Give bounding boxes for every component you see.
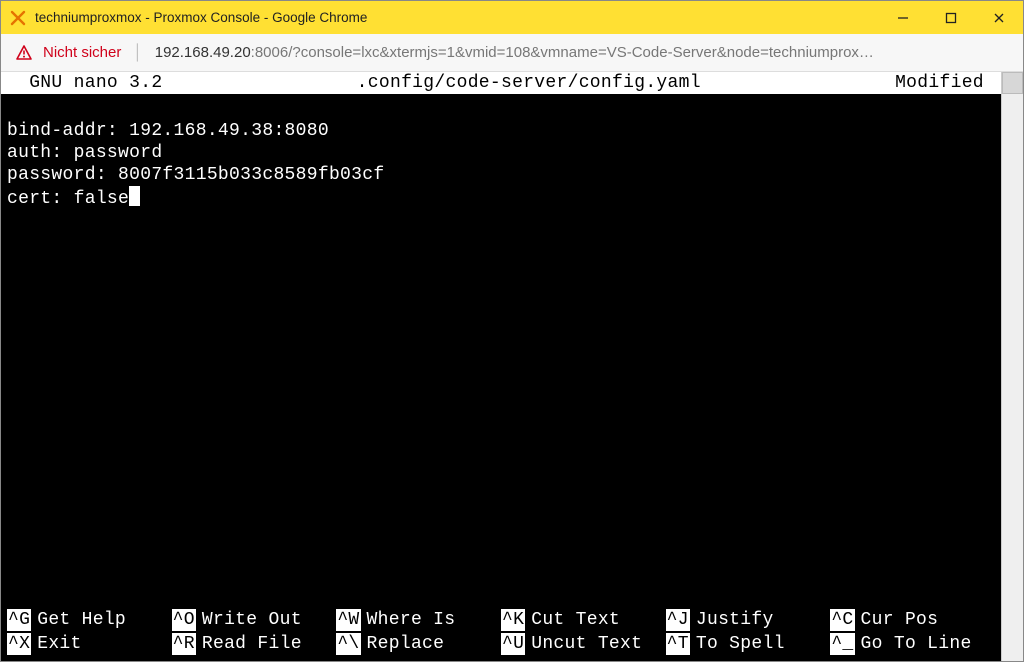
shortcut-key: ^X [7,633,31,655]
nano-shortcut: ^\ Replace [336,633,501,655]
shortcut-label: Read File [202,633,302,655]
shortcut-label: Replace [367,633,445,655]
nano-shortcut: ^R Read File [172,633,337,655]
shortcut-key: ^_ [830,633,854,655]
shortcut-key: ^W [336,609,360,631]
shortcut-key: ^O [172,609,196,631]
nano-version: GNU nano 3.2 [7,72,162,94]
nano-shortcut: ^W Where Is [336,609,501,631]
nano-header: GNU nano 3.2 .config/code-server/config.… [1,72,1001,94]
shortcut-key: ^\ [336,633,360,655]
nano-shortcut: ^U Uncut Text [501,633,666,655]
nano-status: Modified [895,72,995,94]
nano-shortcut: ^J Justify [666,609,831,631]
nano-shortcut: ^_ Go To Line [830,633,995,655]
shortcut-key: ^T [666,633,690,655]
shortcut-label: Cur Pos [861,609,939,631]
shortcut-key: ^C [830,609,854,631]
file-line: bind-addr: 192.168.49.38:8080 [7,120,995,142]
shortcut-label: Cut Text [531,609,620,631]
close-button[interactable] [975,1,1023,34]
file-line: auth: password [7,142,995,164]
shortcut-key: ^K [501,609,525,631]
shortcut-label: Exit [37,633,81,655]
cursor [129,186,140,206]
url-text[interactable]: 192.168.49.20:8006/?console=lxc&xtermjs=… [155,44,1009,61]
separator: │ [133,44,142,61]
address-bar[interactable]: Nicht sicher │ 192.168.49.20:8006/?conso… [1,34,1023,72]
shortcut-label: Uncut Text [531,633,642,655]
console-area: GNU nano 3.2 .config/code-server/config.… [1,72,1023,661]
shortcut-key: ^J [666,609,690,631]
file-line [7,98,995,120]
nano-shortcut: ^O Write Out [172,609,337,631]
scrollbar-thumb[interactable] [1002,72,1023,94]
window-title: techniumproxmox - Proxmox Console - Goog… [35,10,879,25]
editor-content[interactable]: bind-addr: 192.168.49.38:8080auth: passw… [1,94,1001,208]
not-secure-label: Nicht sicher [43,44,121,61]
nano-filepath: .config/code-server/config.yaml [162,72,895,94]
window-controls [879,1,1023,34]
shortcut-label: Write Out [202,609,302,631]
scrollbar[interactable] [1001,72,1023,661]
nano-shortcut: ^K Cut Text [501,609,666,631]
not-secure-icon [15,44,33,62]
nano-shortcut: ^X Exit [7,633,172,655]
shortcut-label: Go To Line [861,633,972,655]
nano-shortcut: ^T To Spell [666,633,831,655]
shortcut-label: Get Help [37,609,126,631]
proxmox-icon [9,9,27,27]
nano-shortcut: ^C Cur Pos [830,609,995,631]
file-line: password: 8007f3115b033c8589fb03cf [7,164,995,186]
terminal[interactable]: GNU nano 3.2 .config/code-server/config.… [1,72,1001,661]
shortcut-key: ^U [501,633,525,655]
file-line: cert: false [7,186,995,208]
nano-shortcuts: ^G Get Help ^O Write Out ^W Where Is ^K Cut Tex… [1,609,1001,655]
shortcut-key: ^R [172,633,196,655]
shortcut-label: Where Is [367,609,456,631]
nano-shortcut: ^G Get Help [7,609,172,631]
maximize-button[interactable] [927,1,975,34]
shortcut-label: To Spell [696,633,785,655]
window-titlebar: techniumproxmox - Proxmox Console - Goog… [1,1,1023,34]
minimize-button[interactable] [879,1,927,34]
shortcut-label: Justify [696,609,774,631]
shortcut-key: ^G [7,609,31,631]
